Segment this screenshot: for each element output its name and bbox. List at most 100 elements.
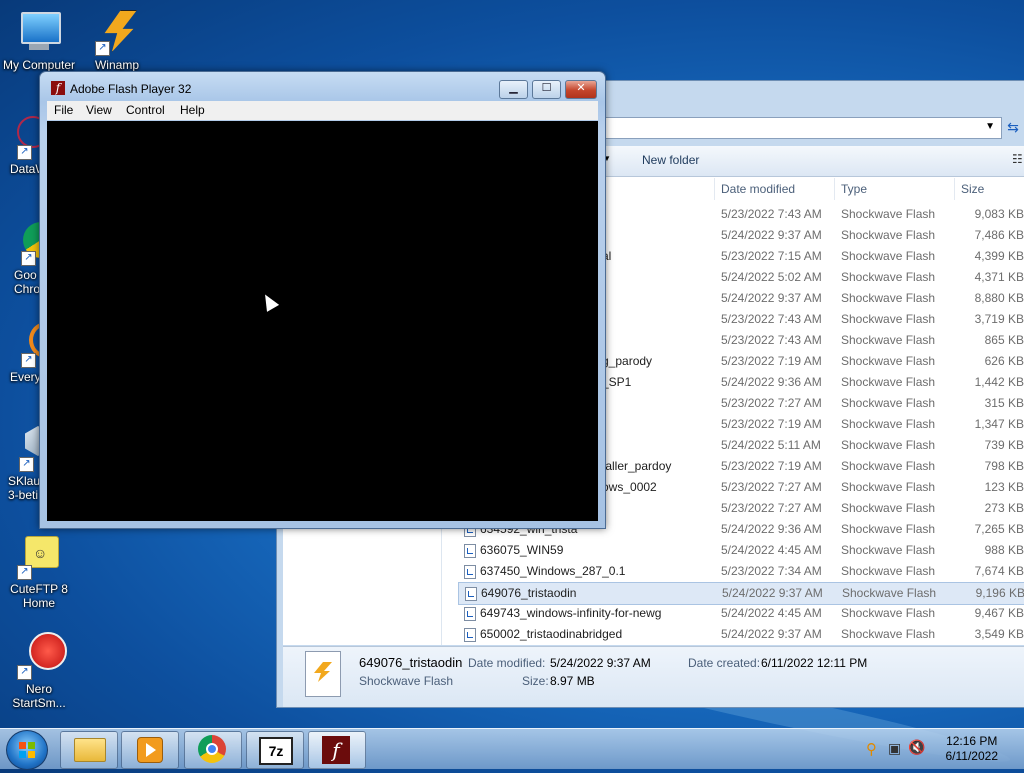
desktop-icon-my-computer[interactable]: My Computer: [0, 8, 78, 72]
window-title: Adobe Flash Player 32: [70, 82, 192, 96]
network-icon[interactable]: ▣: [888, 740, 901, 757]
details-size-value: 8.97 MB: [550, 674, 595, 688]
file-type: Shockwave Flash: [841, 543, 936, 557]
computer-icon: [15, 8, 63, 56]
taskbar-7zip-button[interactable]: 7z: [246, 731, 304, 769]
file-type: Shockwave Flash: [841, 459, 936, 473]
flash-player-window[interactable]: f Adobe Flash Player 32 ▁ ☐ ✕ File View …: [39, 71, 606, 529]
menu-file[interactable]: File: [54, 103, 73, 117]
new-folder-button[interactable]: New folder: [642, 153, 699, 167]
file-size: 4,399 KB: [974, 249, 1024, 263]
file-name: 637450_Windows_287_0.1: [480, 564, 626, 578]
file-row[interactable]: 5/24/2022 9:37 AM Shockwave Flash 7,486 KB: [604, 225, 1024, 246]
file-type: Shockwave Flash: [841, 270, 936, 284]
chrome-icon: [198, 735, 226, 763]
details-pane: 649076_tristaodin Shockwave Flash Date m…: [283, 646, 1024, 707]
file-date: 5/24/2022 9:37 AM: [721, 627, 822, 641]
search-icon[interactable]: ⚲: [866, 740, 877, 758]
taskbar-flash-button[interactable]: f: [308, 731, 366, 769]
file-size: 7,265 KB: [974, 522, 1024, 536]
file-row[interactable]: 637450_Windows_287_0.1 5/23/2022 7:34 AM S…: [458, 561, 1024, 582]
file-size: 3,719 KB: [974, 312, 1024, 326]
flash-content-area[interactable]: [47, 121, 598, 521]
file-row[interactable]: 5/24/2022 5:11 AM Shockwave Flash 739 KB: [604, 435, 1024, 456]
file-date: 5/23/2022 7:43 AM: [721, 312, 822, 326]
file-size: 273 KB: [984, 501, 1024, 515]
file-row[interactable]: 649743_windows-infinity-for-newg 5/24/202…: [458, 603, 1024, 624]
file-row[interactable]: 5/23/2022 7:27 AM Shockwave Flash 273 KB: [604, 498, 1024, 519]
folder-icon: [74, 738, 106, 762]
file-date: 5/24/2022 9:37 AM: [721, 291, 822, 305]
file-row[interactable]: 5/23/2022 7:43 AM Shockwave Flash 3,719 KB: [604, 309, 1024, 330]
menu-help[interactable]: Help: [180, 103, 205, 117]
flash-logo-icon: f: [51, 81, 65, 95]
file-name: taller_pardoy: [602, 459, 672, 473]
taskbar-explorer-button[interactable]: [60, 731, 118, 769]
nero-icon: ↗: [15, 632, 67, 680]
file-row[interactable]: ows_0002 5/23/2022 7:27 AM Shockwave Flash…: [602, 477, 1024, 498]
file-size: 315 KB: [984, 396, 1024, 410]
file-type: Shockwave Flash: [841, 312, 936, 326]
file-date: 5/23/2022 7:43 AM: [721, 333, 822, 347]
desktop-icon-label: CuteFTP 8 Home: [10, 582, 68, 610]
file-row[interactable]: 5/24/2022 5:02 AM Shockwave Flash 4,371 KB: [604, 267, 1024, 288]
file-name: 636075_WIN59: [480, 543, 564, 557]
cuteftp-icon: ☺ ↗: [15, 532, 63, 580]
file-row[interactable]: 5/23/2022 7:27 AM Shockwave Flash 315 KB: [604, 393, 1024, 414]
file-row[interactable]: r5/23/2022 7:43 AMShockwave Flash9,083 K…: [602, 204, 1024, 225]
desktop-icon-label: My Computer: [2, 58, 76, 72]
close-button[interactable]: ✕: [565, 80, 597, 99]
menu-control[interactable]: Control: [126, 103, 165, 117]
file-row[interactable]: 650002_tristaodinabridged 5/24/2022 9:37 …: [458, 624, 1024, 645]
column-header-type[interactable]: Type: [834, 178, 953, 200]
file-row[interactable]: taller_pardoy 5/23/2022 7:19 AM Shockwave …: [602, 456, 1024, 477]
file-date: 5/23/2022 7:27 AM: [721, 501, 822, 515]
file-row[interactable]: g_parody 5/23/2022 7:19 AM Shockwave Flash…: [602, 351, 1024, 372]
file-name: 650002_tristaodinabridged: [480, 627, 623, 641]
file-type: Shockwave Flash: [841, 375, 936, 389]
clock-time: 12:16 PM: [946, 734, 998, 748]
file-date: 5/24/2022 9:36 AM: [721, 522, 822, 536]
clock-date: 6/11/2022: [945, 749, 999, 763]
file-type: Shockwave Flash: [841, 564, 936, 578]
dropdown-arrow-icon[interactable]: ▼: [985, 121, 995, 132]
file-type: Shockwave Flash: [841, 291, 936, 305]
column-header-date[interactable]: Date modified: [714, 178, 835, 200]
file-date: 5/23/2022 7:43 AM: [721, 207, 822, 221]
file-row[interactable]: 5/24/2022 9:37 AM Shockwave Flash 8,880 KB: [604, 288, 1024, 309]
file-row[interactable]: 5/23/2022 7:19 AM Shockwave Flash 1,347 KB: [604, 414, 1024, 435]
file-row[interactable]: _SP1 5/24/2022 9:36 AM Shockwave Flash 1,44…: [602, 372, 1024, 393]
file-date: 5/23/2022 7:15 AM: [721, 249, 822, 263]
file-date: 5/23/2022 7:19 AM: [721, 354, 822, 368]
volume-muted-icon[interactable]: 🔇: [908, 739, 925, 756]
file-size: 1,347 KB: [974, 417, 1024, 431]
media-player-icon: [137, 737, 163, 763]
file-row[interactable]: al 5/23/2022 7:15 AM Shockwave Flash 4,399 …: [602, 246, 1024, 267]
clock[interactable]: 12:16 PM 6/11/2022: [946, 734, 999, 764]
file-date: 5/23/2022 7:34 AM: [721, 564, 822, 578]
desktop-icon-label: Winamp: [94, 58, 139, 72]
file-type: Shockwave Flash: [841, 501, 936, 515]
file-date: 5/24/2022 5:02 AM: [721, 270, 822, 284]
file-size: 123 KB: [984, 480, 1024, 494]
maximize-button[interactable]: ☐: [532, 80, 561, 99]
shortcut-arrow-icon: ↗: [21, 353, 36, 368]
minimize-button[interactable]: ▁: [499, 80, 528, 99]
column-header-size[interactable]: Size: [954, 178, 1024, 200]
taskbar-media-button[interactable]: [121, 731, 179, 769]
file-type: Shockwave Flash: [841, 396, 936, 410]
desktop-icon-cuteftp[interactable]: ☺ ↗ CuteFTP 8 Home: [0, 532, 78, 610]
file-row[interactable]: 5/23/2022 7:43 AM Shockwave Flash 865 KB: [604, 330, 1024, 351]
start-button[interactable]: [6, 730, 48, 770]
view-options-icon[interactable]: ☷: [1012, 152, 1023, 166]
swf-file-icon: [464, 607, 476, 621]
refresh-icon[interactable]: ⇆: [1004, 118, 1022, 136]
file-row[interactable]: 649076_tristaodin 5/24/2022 9:37 AM Shockw…: [458, 582, 1024, 605]
desktop-icon-winamp[interactable]: ↗ Winamp: [78, 8, 156, 72]
windows-logo-icon: [19, 742, 35, 758]
file-row[interactable]: 636075_WIN59 5/24/2022 4:45 AM Shockwave F…: [458, 540, 1024, 561]
menu-view[interactable]: View: [86, 103, 112, 117]
desktop-icon-nero[interactable]: ↗ Nero StartSm...: [0, 632, 78, 710]
taskbar-chrome-button[interactable]: [184, 731, 242, 769]
file-type: Shockwave Flash: [841, 438, 936, 452]
